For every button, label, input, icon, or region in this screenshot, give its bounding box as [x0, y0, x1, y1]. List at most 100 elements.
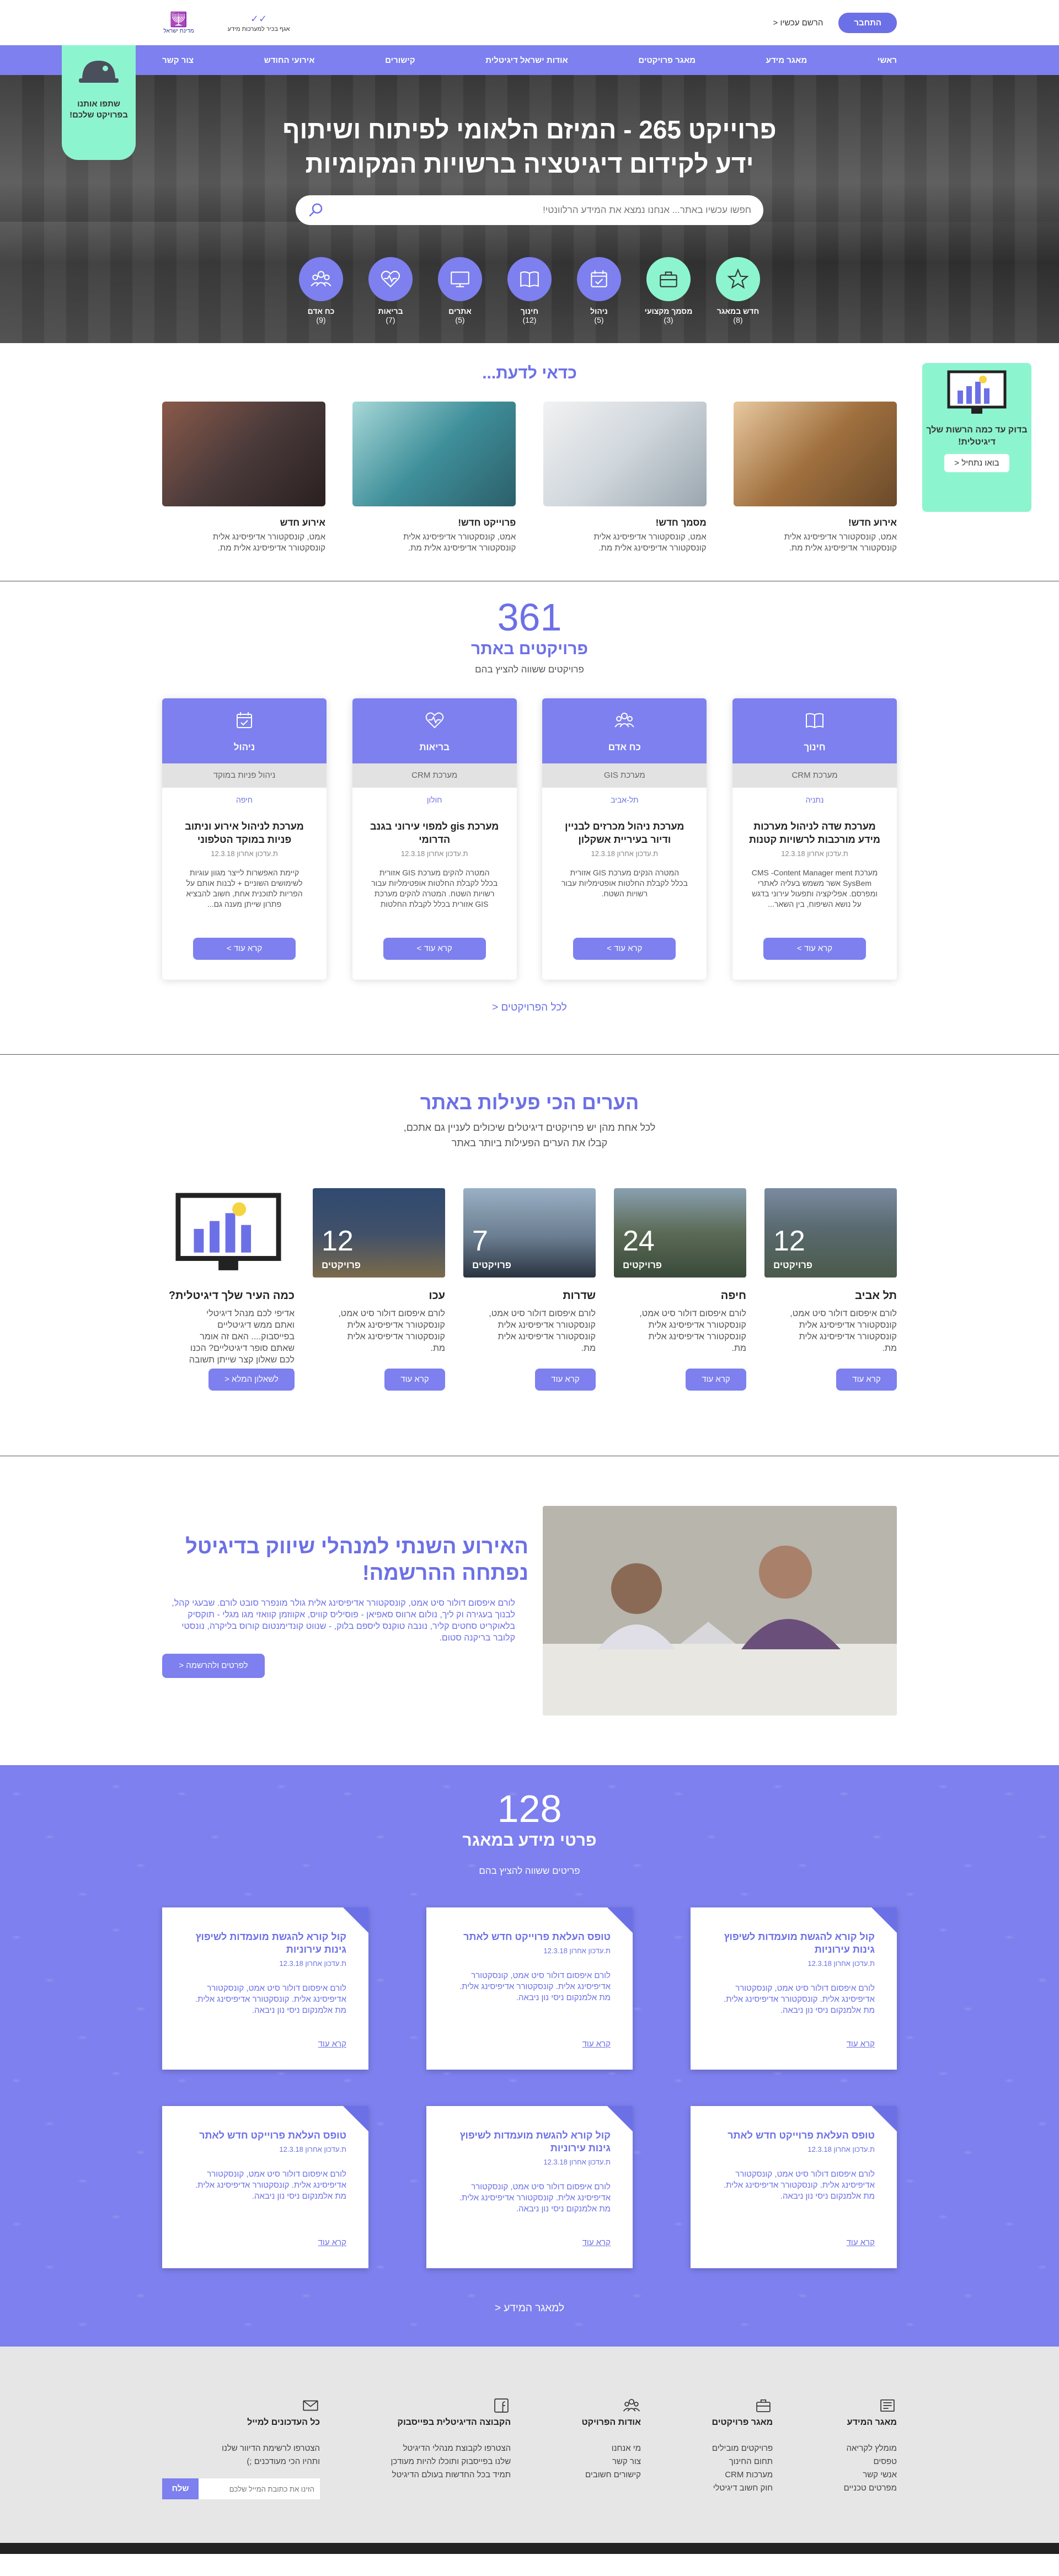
search-input[interactable]	[324, 205, 751, 216]
category-item[interactable]: מסמך מקצועי (3)	[642, 257, 695, 324]
city-project-unit: פרויקטים	[623, 1260, 662, 1270]
newsletter-email-input[interactable]	[199, 2478, 320, 2499]
info-card-date: ת.עדכון אחרון 12.3.18	[279, 2145, 346, 2153]
newsletter-submit-button[interactable]: שלח	[162, 2478, 199, 2499]
footer-link[interactable]: תחום החינוך	[712, 2455, 773, 2468]
news-item[interactable]: מסמך חדש! אמט, קונסקטורר אדיפיסינג אלית …	[543, 402, 707, 554]
info-card-read-more[interactable]: קרא עוד	[582, 2238, 611, 2247]
all-projects-link[interactable]: לכל הפרויקטים <	[492, 1002, 567, 1014]
read-more-button[interactable]: קרא עוד >	[763, 938, 866, 960]
card-corner	[607, 1907, 633, 1933]
city-image[interactable]: 24 פרויקטים	[614, 1188, 746, 1278]
category-item[interactable]: אתרים (5)	[434, 257, 486, 324]
footer-link[interactable]: מפרטים טכניים	[844, 2482, 897, 2495]
city-project-unit: פרויקטים	[322, 1260, 361, 1270]
projects-subtitle: פרויקטים ששווה להציץ בהם	[475, 664, 584, 675]
nav-item[interactable]: מאגר מידע	[766, 56, 807, 65]
city-read-more-button[interactable]: קרא עוד	[836, 1369, 897, 1391]
people-icon	[623, 2399, 640, 2412]
news-item[interactable]: אירוע חדש אמט, קונסקטורר אדיפיסינג אלית …	[162, 402, 326, 554]
read-more-button[interactable]: קרא עוד >	[193, 938, 296, 960]
category-circle	[507, 257, 552, 301]
footer-link[interactable]: חוק חשוב דיגיטלי	[712, 2482, 773, 2495]
footer-link[interactable]: הצטרפו לרשימת הדיוור שלנו	[162, 2442, 320, 2455]
read-more-button[interactable]: קרא עוד >	[573, 938, 676, 960]
city-list: 12 פרויקטים תל אביב לורם איפסום דולור סי…	[162, 1188, 897, 1391]
footer-link[interactable]: מי אנחנו	[582, 2442, 641, 2455]
project-card: כח אדם מערכת GIS תל-אביב מערכת ניהול מכר…	[542, 698, 707, 980]
info-card-text: לורם איפסום דולור סיט אמט, קונסקטורר אדי…	[195, 2169, 346, 2201]
footer-link[interactable]: ותהיו הכי מעודכנים ;)	[162, 2455, 320, 2468]
quiz-button[interactable]: לשאלון המלא <	[208, 1369, 295, 1391]
news-item[interactable]: אירוע חדש! אמט, קונסקטורר אדיפיסינג אלית…	[734, 402, 897, 554]
footer-link[interactable]: אנשי קשר	[844, 2468, 897, 2482]
category-list: חדש במאגר (8) מסמך מקצועי (3) ניהול (5) …	[295, 257, 764, 324]
nav-item[interactable]: ראשי	[878, 56, 897, 65]
card-corner	[607, 2106, 633, 2131]
info-card-date: ת.עדכון אחרון 12.3.18	[279, 1959, 346, 1968]
info-card-read-more[interactable]: קרא עוד	[318, 2238, 346, 2247]
digital-check-start-button[interactable]: בואו נתחיל <	[944, 454, 1009, 472]
category-count: (8)	[733, 316, 743, 324]
project-date: ת.עדכון אחרון 12.3.18	[591, 849, 659, 858]
city-project-unit: פרויקטים	[472, 1260, 511, 1270]
footer-link[interactable]: תמיד בכל החדשות בעולם הדיגיטל	[391, 2468, 511, 2482]
category-item[interactable]: בריאות (7)	[364, 257, 417, 324]
card-corner	[871, 2106, 897, 2131]
nav-item[interactable]: אודות ישראל דיגיטלית	[485, 56, 568, 65]
info-card-date: ת.עדכון אחרון 12.3.18	[543, 2158, 611, 2166]
info-card-read-more[interactable]: קרא עוד	[582, 2039, 611, 2049]
search-icon[interactable]	[308, 202, 324, 218]
project-system: מערכת CRM	[352, 763, 517, 788]
project-card-header: כח אדם	[542, 698, 707, 763]
join-project-badge[interactable]: שתפו אותנו בפרויקט שלכם!	[62, 45, 136, 160]
category-item[interactable]: ניהול (5)	[573, 257, 625, 324]
footer-link[interactable]: צור קשר	[582, 2455, 641, 2468]
project-location: תל-אביב	[611, 795, 639, 804]
category-item[interactable]: חינוך (12)	[503, 257, 556, 324]
footer-link[interactable]: מערכות CRM	[712, 2468, 773, 2482]
footer-column-title: אודות הפרויקט	[581, 2418, 641, 2427]
news-item[interactable]: פרוייקט חדש! אמט, קונסקטורר אדיפיסינג אל…	[352, 402, 516, 554]
project-card-header: ניהול	[162, 698, 327, 763]
footer-link[interactable]: פרויקטים מובילים	[712, 2442, 773, 2455]
info-card-read-more[interactable]: קרא עוד	[318, 2039, 346, 2049]
info-card-read-more[interactable]: קרא עוד	[847, 2039, 875, 2049]
footer-column-title: מאגר פרויקטים	[712, 2418, 773, 2427]
nav-item[interactable]: מאגר פרויקטים	[638, 56, 696, 65]
event-register-button[interactable]: לפרטים ולהרשמה <	[162, 1654, 265, 1678]
nav-item[interactable]: קישורים	[385, 56, 415, 65]
card-corner	[871, 1907, 897, 1933]
did-you-know-section: כדאי לדעת... אירוע חדש! אמט, קונסקטורר א…	[0, 343, 1059, 581]
city-read-more-button[interactable]: קרא עוד	[384, 1369, 445, 1391]
event-description: לורם איפסום דולור סיט אמט, קונסקטורר אדי…	[172, 1599, 515, 1643]
info-repository-link[interactable]: למאגר המידע <	[495, 2302, 564, 2315]
city-read-more-button[interactable]: קרא עוד	[686, 1369, 746, 1391]
info-card-date: ת.עדכון אחרון 12.3.18	[543, 1947, 611, 1955]
footer-link[interactable]: קישורים חשובים	[582, 2468, 641, 2482]
nav-item[interactable]: אירועי החודש	[264, 56, 315, 65]
city-read-more-button[interactable]: קרא עוד	[535, 1369, 596, 1391]
state-emblem-logo[interactable]: 🕎 מדינת ישראל	[162, 6, 195, 39]
city-image[interactable]: 12 פרויקטים	[313, 1188, 445, 1278]
nav-item[interactable]: צור קשר	[162, 56, 194, 65]
newspaper-icon	[880, 2399, 895, 2412]
category-item[interactable]: חדש במאגר (8)	[712, 257, 764, 324]
city-text: לורם איפסום דולור סיט אמט, קונסקטורר אדי…	[338, 1309, 445, 1353]
footer-link[interactable]: הצטרפו לקבוצת מנהלי הדיגיטל	[391, 2442, 511, 2455]
info-card-text: לורם איפסום דולור סיט אמט, קונסקטורר אדי…	[723, 1984, 875, 2015]
news-text: אמט, קונסקטורר אדיפיסינג אלית קונסקטורר …	[593, 532, 707, 553]
agency-logo[interactable]: ✓✓ אגף בכיר למערכות מידע	[217, 8, 300, 38]
category-item[interactable]: כח אדם (9)	[295, 257, 347, 324]
read-more-button[interactable]: קרא עוד >	[383, 938, 486, 960]
info-card-read-more[interactable]: קרא עוד	[847, 2238, 875, 2247]
login-button[interactable]: התחבר	[838, 12, 897, 33]
hero-title-line1: פרוייקט 265 - המיזם הלאומי לפיתוח ושיתוף	[282, 115, 777, 144]
category-circle	[577, 257, 621, 301]
footer-link[interactable]: טפסים	[844, 2455, 897, 2468]
footer-link[interactable]: שלנו בפייסבוק ותוכלו להיות מעודכן	[391, 2455, 511, 2468]
city-image[interactable]: 12 פרויקטים	[764, 1188, 897, 1278]
register-link[interactable]: הרשם עכשיו <	[773, 18, 823, 28]
footer-link[interactable]: מומלץ לקריאה	[844, 2442, 897, 2455]
city-image[interactable]: 7 פרויקטים	[463, 1188, 596, 1278]
